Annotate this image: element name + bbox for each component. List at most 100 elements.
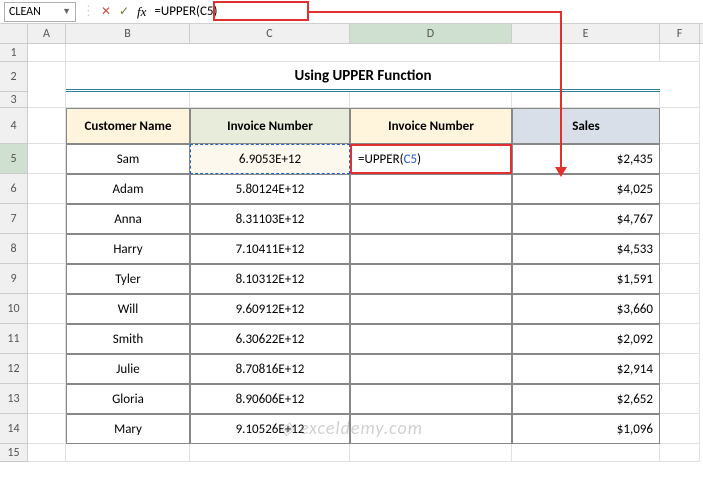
cell[interactable] [350,92,512,108]
cell[interactable] [660,324,700,354]
row-header[interactable]: 1 [0,44,28,62]
cell-sales[interactable]: $4,533 [512,234,660,264]
col-header-e[interactable]: E [512,24,660,43]
row-header[interactable]: 12 [0,354,28,384]
cell[interactable] [350,444,512,462]
row-header[interactable]: 11 [0,324,28,354]
th-invoice1[interactable]: Invoice Number [190,108,350,144]
cell-result[interactable] [350,264,512,294]
cell-invoice[interactable]: 8.10312E+12 [190,264,350,294]
cell-name[interactable]: Will [66,294,190,324]
cell[interactable] [28,294,66,324]
cell[interactable] [28,62,66,92]
cell-invoice[interactable]: 6.9053E+12 [190,144,350,174]
cell[interactable] [660,414,700,444]
row-header[interactable]: 10 [0,294,28,324]
cell[interactable] [28,264,66,294]
chevron-down-icon[interactable]: ▼ [62,6,71,17]
cell-sales[interactable]: $4,767 [512,204,660,234]
cell-invoice[interactable]: 8.31103E+12 [190,204,350,234]
cell-result[interactable] [350,324,512,354]
cell[interactable] [660,144,700,174]
cell-invoice[interactable]: 6.30622E+12 [190,324,350,354]
row-header[interactable]: 2 [0,62,28,92]
cell[interactable] [66,444,190,462]
th-customer[interactable]: Customer Name [66,108,190,144]
cell-sales[interactable]: $1,096 [512,414,660,444]
cell[interactable] [190,444,350,462]
cell-result[interactable] [350,354,512,384]
cell[interactable] [660,108,700,144]
cell[interactable] [28,384,66,414]
cell[interactable] [28,414,66,444]
col-header-f[interactable]: F [660,24,700,43]
cell[interactable] [660,294,700,324]
cell-result[interactable] [350,384,512,414]
cell-sales[interactable]: $2,092 [512,324,660,354]
cell-result[interactable] [350,204,512,234]
cell[interactable] [660,444,700,462]
cell-name[interactable]: Julie [66,354,190,384]
cell[interactable] [28,444,66,462]
cell-invoice[interactable]: 8.90606E+12 [190,384,350,414]
cell-sales[interactable]: $4,025 [512,174,660,204]
cell-result[interactable] [350,234,512,264]
cell[interactable] [660,234,700,264]
cell[interactable] [660,204,700,234]
cell[interactable] [660,44,700,62]
cell[interactable] [28,204,66,234]
cell-invoice[interactable]: 7.10411E+12 [190,234,350,264]
cell-name[interactable]: Harry [66,234,190,264]
row-header[interactable]: 7 [0,204,28,234]
cancel-icon[interactable]: ✕ [97,4,115,19]
cell[interactable] [28,44,66,62]
row-header[interactable]: 6 [0,174,28,204]
cell-name[interactable]: Smith [66,324,190,354]
th-sales[interactable]: Sales [512,108,660,144]
row-header[interactable]: 8 [0,234,28,264]
cell[interactable] [512,444,660,462]
cell[interactable] [28,174,66,204]
cell[interactable] [28,92,66,108]
cell-invoice[interactable]: 5.80124E+12 [190,174,350,204]
cell[interactable] [660,264,700,294]
cell[interactable] [66,92,190,108]
cell-result[interactable] [350,294,512,324]
col-header-b[interactable]: B [66,24,190,43]
cell[interactable] [512,92,660,108]
th-invoice2[interactable]: Invoice Number [350,108,512,144]
row-header[interactable]: 15 [0,444,28,462]
fx-icon[interactable]: fx [137,4,146,20]
row-header[interactable]: 4 [0,108,28,144]
row-header[interactable]: 9 [0,264,28,294]
cell[interactable] [190,92,350,108]
row-header[interactable]: 14 [0,414,28,444]
cell-invoice[interactable]: 8.70816E+12 [190,354,350,384]
cell[interactable] [660,174,700,204]
formula-input[interactable] [150,2,703,22]
cell-sales[interactable]: $1,591 [512,264,660,294]
row-header[interactable]: 13 [0,384,28,414]
enter-icon[interactable]: ✓ [115,4,133,19]
cell-name[interactable]: Tyler [66,264,190,294]
cell-invoice[interactable]: 9.60912E+12 [190,294,350,324]
cell-name[interactable]: Adam [66,174,190,204]
cell-result[interactable] [350,414,512,444]
cell[interactable] [28,234,66,264]
cell[interactable] [660,384,700,414]
cell-name[interactable]: Gloria [66,384,190,414]
cell[interactable] [660,92,700,108]
page-title[interactable]: Using UPPER Function [66,62,660,92]
cell[interactable] [28,354,66,384]
cell-sales[interactable]: $2,435 [512,144,660,174]
col-header-d[interactable]: D [350,24,512,43]
cell[interactable] [660,354,700,384]
row-header[interactable]: 5 [0,144,28,174]
cell-sales[interactable]: $3,660 [512,294,660,324]
cell-name[interactable]: Mary [66,414,190,444]
col-header-c[interactable]: C [190,24,350,43]
cell-name[interactable]: Anna [66,204,190,234]
editing-cell[interactable]: =UPPER(C5) [350,144,512,174]
cell[interactable] [28,144,66,174]
cell-invoice[interactable]: 9.10526E+12 [190,414,350,444]
